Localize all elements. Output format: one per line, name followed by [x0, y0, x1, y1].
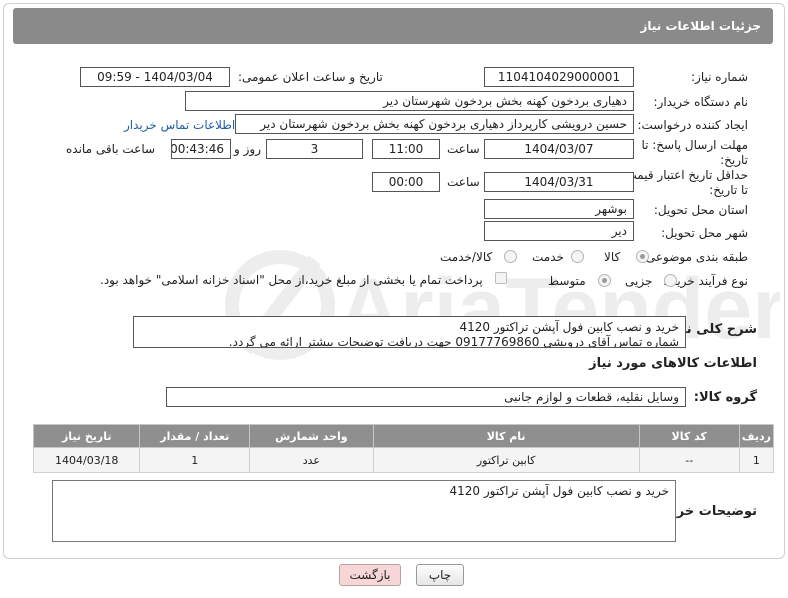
cell-name: کابین تراکتور: [372, 447, 640, 473]
col-qty: تعداد / مقدار: [139, 424, 251, 448]
remaining-time-field: 00:43:46: [171, 139, 231, 159]
goods-section-title: اطلاعات کالاهای مورد نیاز: [589, 356, 757, 371]
deadline-time-label: ساعت: [447, 142, 480, 156]
deadline-time-field: 11:00: [372, 139, 440, 159]
category-label: طبقه بندی موضوعی:: [641, 250, 748, 264]
cell-date: 1404/03/18: [32, 447, 141, 473]
min-validity-label: حداقل تاریخ اعتبار قیمت:: [621, 168, 748, 182]
province-field: بوشهر: [484, 199, 634, 219]
creator-field: حسین درویشی کارپرداز دهیاری بردخون کهنه …: [235, 114, 634, 134]
radio-category-both[interactable]: [504, 250, 517, 263]
province-label: استان محل تحویل:: [653, 203, 748, 217]
col-name: نام کالا: [372, 424, 640, 448]
radio-process-minor[interactable]: [664, 274, 677, 287]
category-goods-label: کالا: [604, 250, 621, 264]
radio-category-goods[interactable]: [636, 250, 649, 263]
back-button[interactable]: بازگشت: [339, 564, 401, 586]
radio-category-service[interactable]: [571, 250, 584, 263]
min-validity-label-date: تا تاریخ:: [709, 183, 748, 197]
city-field: دیر: [484, 221, 634, 241]
need-number-label: شماره نیاز:: [691, 70, 748, 84]
validity-time-field: 00:00: [372, 172, 440, 192]
contact-info-link[interactable]: اطلاعات تماس خریدار: [124, 118, 235, 132]
goods-group-label: گروه کالا:: [693, 390, 757, 405]
cell-qty: 1: [139, 447, 251, 473]
deadline-label: مهلت ارسال پاسخ: تا: [641, 138, 748, 152]
col-row: ردیف: [738, 424, 775, 448]
city-label: شهر محل تحویل:: [661, 226, 748, 240]
cell-unit: عدد: [249, 447, 374, 473]
need-number-field: 1104104029000001: [484, 67, 634, 87]
buyer-notes-textarea: خرید و نصب کابین فول آپشن تراکتور 4120: [52, 480, 676, 542]
process-minor-label: جزیی: [625, 274, 653, 288]
description-line-1: خرید و نصب کابین فول آپشن تراکتور 4120: [459, 320, 679, 334]
description-line-2: شماره تماس آقای درویشی 09177769860 جهت د…: [228, 335, 679, 348]
category-both-label: کالا/خدمت: [440, 250, 493, 264]
days-field: 3: [266, 139, 363, 159]
radio-process-medium[interactable]: [598, 274, 611, 287]
validity-date-field: 1404/03/31: [484, 172, 634, 192]
page-title: جزئیات اطلاعات نیاز: [13, 8, 773, 44]
process-medium-label: متوسط: [548, 274, 586, 288]
col-unit: واحد شمارش: [249, 424, 374, 448]
remaining-label: ساعت باقی مانده: [66, 142, 156, 156]
treasury-checkbox[interactable]: [495, 272, 507, 284]
col-date: تاریخ نیاز: [32, 424, 141, 448]
buyer-org-field: دهیاری بردخون کهنه بخش بردخون شهرستان دی…: [185, 91, 634, 111]
goods-table: ردیف کد کالا نام کالا واحد شمارش تعداد /…: [32, 424, 775, 473]
payment-note: پرداخت تمام یا بخشی از مبلغ خرید،از محل …: [100, 273, 483, 287]
buyer-notes-text: خرید و نصب کابین فول آپشن تراکتور 4120: [449, 484, 669, 498]
table-header-row: ردیف کد کالا نام کالا واحد شمارش تعداد /…: [32, 424, 775, 448]
deadline-label-date: تاریخ:: [720, 153, 748, 167]
creator-label: ایجاد کننده درخواست:: [637, 118, 748, 132]
days-label: روز و: [234, 142, 261, 156]
deadline-date-field: 1404/03/07: [484, 139, 634, 159]
cell-code: --: [638, 447, 740, 473]
validity-time-label: ساعت: [447, 175, 480, 189]
buyer-org-label: نام دستگاه خریدار:: [653, 95, 749, 109]
table-row: 1 -- کابین تراکتور عدد 1 1404/03/18: [32, 447, 775, 473]
category-service-label: خدمت: [532, 250, 564, 264]
cell-row: 1: [738, 447, 775, 473]
print-button[interactable]: چاپ: [416, 564, 464, 586]
announce-label: تاریخ و ساعت اعلان عمومی:: [238, 70, 383, 84]
announce-field: 1404/03/04 - 09:59: [80, 67, 230, 87]
col-code: کد کالا: [638, 424, 740, 448]
description-textarea: خرید و نصب کابین فول آپشن تراکتور 4120 ش…: [133, 316, 686, 348]
goods-group-field: وسایل نقلیه، قطعات و لوازم جانبی: [166, 387, 686, 407]
